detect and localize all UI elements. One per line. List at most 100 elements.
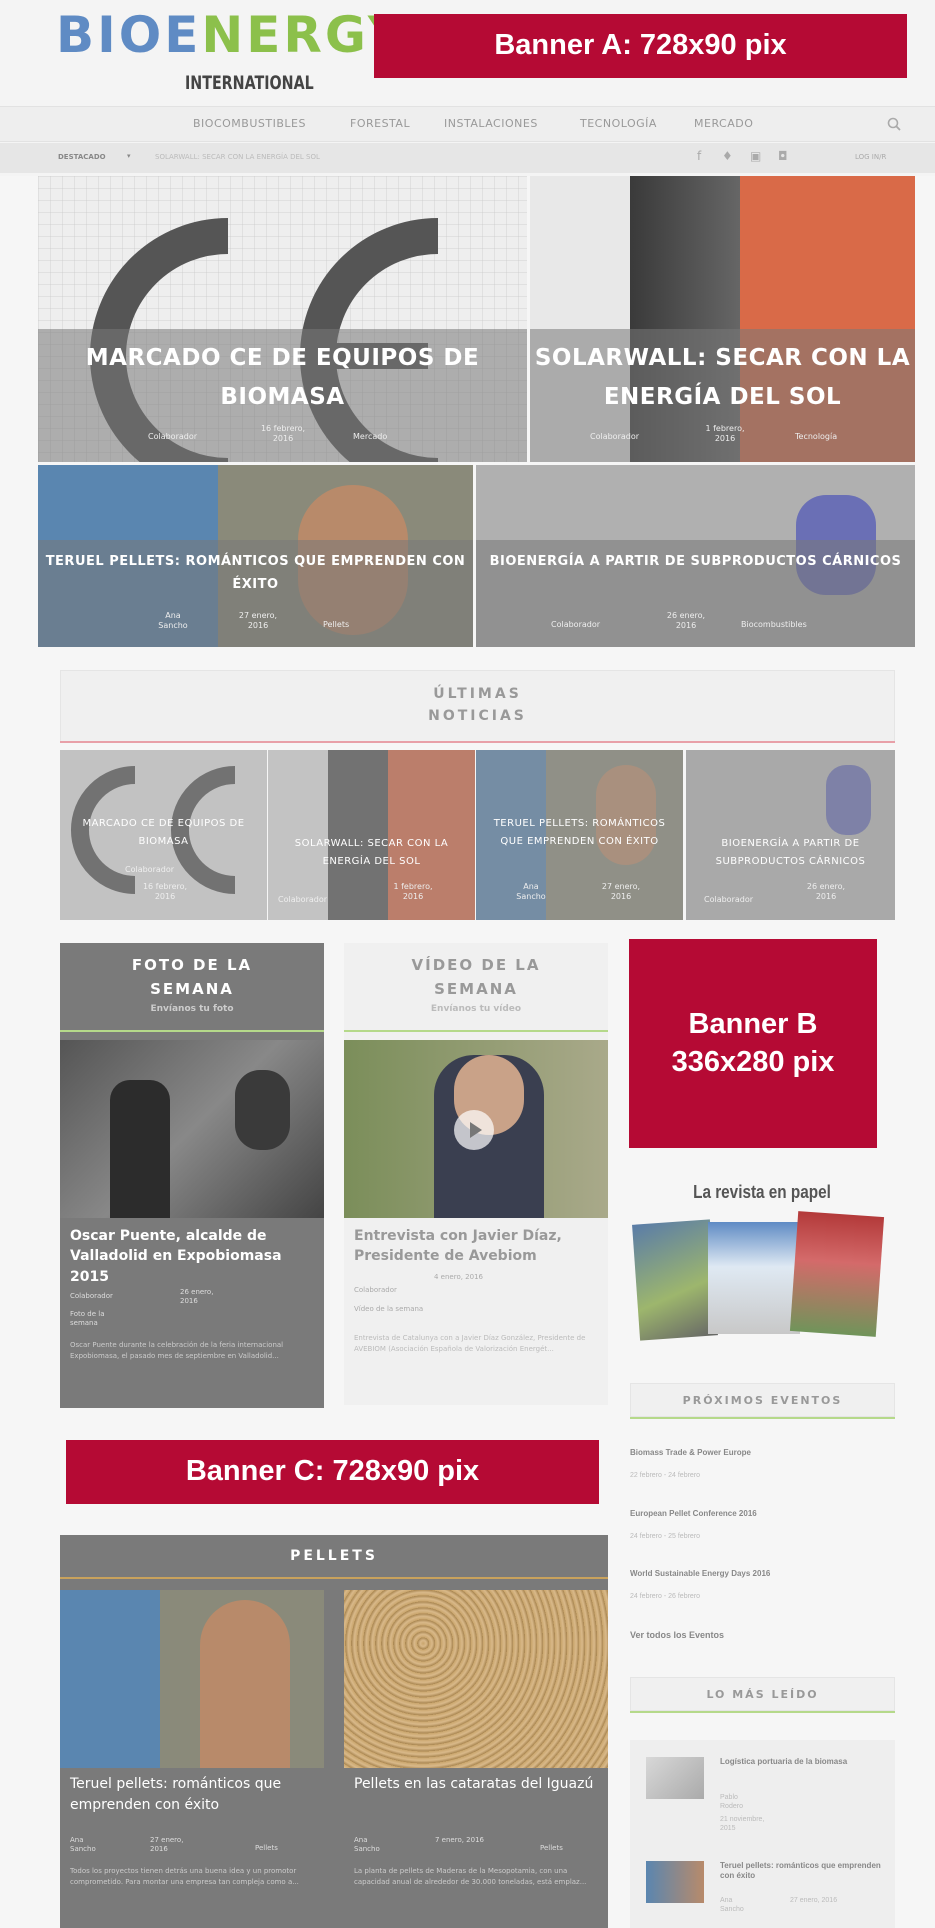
pellets-category[interactable]: Pellets bbox=[540, 1845, 563, 1852]
magazine-cover[interactable] bbox=[789, 1211, 885, 1337]
hero-author: Colaborador bbox=[551, 620, 601, 629]
banner-c[interactable]: Banner C: 728x90 pix bbox=[66, 1440, 599, 1504]
latest-card[interactable]: SOLARWALL: SECAR CON LA ENERGÍA DEL SOL … bbox=[268, 750, 475, 920]
pellets-date: 7 enero, 2016 bbox=[435, 1836, 484, 1844]
hero-tile-bioenergia[interactable]: BIOENERGÍA A PARTIR DE SUBPRODUCTOS CÁRN… bbox=[476, 465, 915, 647]
pellets-image[interactable] bbox=[60, 1590, 324, 1768]
nav-item-biocombustibles[interactable]: BIOCOMBUSTIBLES bbox=[193, 118, 306, 129]
video-thumbnail[interactable] bbox=[344, 1040, 608, 1218]
most-read-thumb[interactable] bbox=[646, 1861, 704, 1903]
login-link[interactable]: LOG IN/R bbox=[855, 154, 886, 161]
play-icon[interactable] bbox=[454, 1110, 494, 1150]
video-author: Colaborador bbox=[354, 1286, 397, 1294]
nav-item-instalaciones[interactable]: INSTALACIONES bbox=[444, 118, 538, 129]
latest-date: 26 enero, 2016 bbox=[806, 882, 846, 902]
pellets-title[interactable]: Teruel pellets: románticos que emprenden… bbox=[70, 1774, 314, 1816]
latest-title[interactable]: BIOENERGÍA A PARTIR DE SUBPRODUCTOS CÁRN… bbox=[686, 835, 895, 871]
pellets-image[interactable] bbox=[344, 1590, 608, 1768]
video-title[interactable]: Entrevista con Javier Díaz, Presidente d… bbox=[354, 1226, 598, 1267]
featured-ticker[interactable]: SOLARWALL: SECAR CON LA ENERGÍA DEL SOL bbox=[155, 154, 320, 161]
video-excerpt: Entrevista de Catalunya con a Javier Día… bbox=[354, 1334, 586, 1353]
magazine-title[interactable]: La revista en papel bbox=[649, 1183, 875, 1201]
hero-author: Colaborador bbox=[148, 432, 198, 441]
latest-title[interactable]: MARCADO CE DE EQUIPOS DE BIOMASA bbox=[60, 815, 267, 851]
banner-b[interactable]: Banner B 336x280 pix bbox=[629, 939, 877, 1148]
magazine-cover[interactable] bbox=[632, 1219, 718, 1341]
most-read-title[interactable]: Logística portuaria de la biomasa bbox=[720, 1757, 885, 1767]
hero-title[interactable]: TERUEL PELLETS: ROMÁNTICOS QUE EMPRENDEN… bbox=[38, 550, 473, 597]
hero-title[interactable]: MARCADO CE DE EQUIPOS DE BIOMASA bbox=[38, 339, 527, 417]
photo-image[interactable] bbox=[60, 1040, 324, 1218]
nav-item-mercado[interactable]: MERCADO bbox=[694, 118, 753, 129]
photo-sub[interactable]: Envíanos tu foto bbox=[60, 1005, 324, 1014]
search-icon[interactable] bbox=[887, 117, 901, 131]
events-heading: PRÓXIMOS EVENTOS bbox=[630, 1383, 895, 1417]
sub-nav bbox=[0, 143, 935, 173]
site-logo[interactable]: BIOENERGY bbox=[56, 10, 407, 60]
most-read-thumb[interactable] bbox=[646, 1757, 704, 1799]
latest-author: Colaborador bbox=[125, 865, 175, 874]
latest-date: 16 febrero, 2016 bbox=[142, 882, 188, 902]
nav-item-tecnologia[interactable]: TECNOLOGÍA bbox=[580, 118, 657, 129]
photo-of-week-widget: FOTO DE LA SEMANA Envíanos tu foto Oscar… bbox=[60, 943, 324, 1408]
latest-title[interactable]: SOLARWALL: SECAR CON LA ENERGÍA DEL SOL bbox=[268, 835, 475, 871]
twitter-icon[interactable]: ♦ bbox=[722, 150, 734, 163]
hero-tile-marcado[interactable]: MARCADO CE DE EQUIPOS DE BIOMASA Colabor… bbox=[38, 176, 527, 462]
hero-category[interactable]: Tecnología bbox=[795, 432, 837, 442]
all-events-link[interactable]: Ver todos los Eventos bbox=[630, 1630, 724, 1642]
latest-heading-line1: ÚLTIMAS bbox=[433, 686, 522, 702]
latest-card[interactable]: TERUEL PELLETS: ROMÁNTICOS QUE EMPRENDEN… bbox=[476, 750, 683, 920]
photo-head: FOTO DE LA SEMANA bbox=[131, 956, 253, 998]
photo-date: 26 enero, 2016 bbox=[180, 1288, 214, 1306]
hero-title[interactable]: BIOENERGÍA A PARTIR DE SUBPRODUCTOS CÁRN… bbox=[476, 550, 915, 573]
most-read-title[interactable]: Teruel pellets: románticos que emprenden… bbox=[720, 1861, 885, 1882]
pellets-author: Ana Sancho bbox=[70, 1836, 96, 1854]
pellets-heading: PELLETS bbox=[290, 1548, 378, 1564]
latest-date: 1 febrero, 2016 bbox=[393, 882, 433, 902]
pellets-date: 27 enero, 2016 bbox=[150, 1836, 184, 1854]
facebook-icon[interactable]: f bbox=[697, 150, 709, 163]
latest-date: 27 enero, 2016 bbox=[601, 882, 641, 902]
latest-author: Colaborador bbox=[704, 895, 754, 904]
hero-tile-solarwall[interactable]: SOLARWALL: SECAR CON LA ENERGÍA DEL SOL … bbox=[530, 176, 915, 462]
event-date: 22 febrero - 24 febrero bbox=[630, 1472, 701, 1479]
divider bbox=[60, 741, 895, 743]
featured-label: DESTACADO bbox=[58, 153, 106, 161]
event-name[interactable]: European Pellet Conference 2016 bbox=[630, 1509, 757, 1519]
event-name[interactable]: World Sustainable Energy Days 2016 bbox=[630, 1569, 770, 1579]
event-name[interactable]: Biomass Trade & Power Europe bbox=[630, 1448, 751, 1458]
latest-card[interactable]: BIOENERGÍA A PARTIR DE SUBPRODUCTOS CÁRN… bbox=[686, 750, 895, 920]
event-date: 24 febrero - 26 febrero bbox=[630, 1593, 701, 1600]
photo-excerpt: Oscar Puente durante la celebración de l… bbox=[70, 1341, 284, 1360]
latest-news-heading: ÚLTIMAS NOTICIAS bbox=[60, 670, 895, 742]
instagram-icon[interactable]: ◘ bbox=[778, 150, 790, 163]
video-category[interactable]: Vídeo de la semana bbox=[354, 1305, 424, 1314]
pellets-excerpt: Todos los proyectos tienen detrás una bu… bbox=[70, 1867, 299, 1887]
pellets-category[interactable]: Pellets bbox=[255, 1845, 278, 1852]
hero-category[interactable]: Biocombustibles bbox=[741, 620, 807, 630]
latest-card[interactable]: MARCADO CE DE EQUIPOS DE BIOMASA Colabor… bbox=[60, 750, 267, 920]
latest-title[interactable]: TERUEL PELLETS: ROMÁNTICOS QUE EMPRENDEN… bbox=[476, 815, 683, 851]
most-read-date: 21 noviembre, 2015 bbox=[720, 1816, 765, 1833]
hero-author: Ana Sancho bbox=[158, 611, 188, 631]
photo-author: Colaborador bbox=[70, 1292, 113, 1300]
site-logo-subtitle: INTERNATIONAL bbox=[185, 72, 314, 94]
youtube-icon[interactable]: ▣ bbox=[750, 150, 762, 163]
pellets-title[interactable]: Pellets en las cataratas del Iguazú bbox=[354, 1774, 598, 1795]
hero-category[interactable]: Pellets bbox=[323, 620, 349, 630]
hero-title[interactable]: SOLARWALL: SECAR CON LA ENERGÍA DEL SOL bbox=[530, 339, 915, 417]
hero-tile-teruel[interactable]: TERUEL PELLETS: ROMÁNTICOS QUE EMPRENDEN… bbox=[38, 465, 473, 647]
video-sub[interactable]: Envíanos tu vídeo bbox=[344, 1005, 608, 1014]
banner-b-line2: 336x280 pix bbox=[671, 1045, 835, 1078]
chevron-down-icon[interactable]: ▾ bbox=[127, 153, 131, 160]
magazine-cover[interactable] bbox=[708, 1222, 800, 1334]
hero-category[interactable]: Mercado bbox=[353, 432, 387, 442]
nav-item-forestal[interactable]: FORESTAL bbox=[350, 118, 410, 129]
latest-author: Colaborador bbox=[278, 895, 328, 904]
photo-category[interactable]: Foto de la semana bbox=[70, 1310, 130, 1328]
photo-title[interactable]: Oscar Puente, alcalde de Valladolid en E… bbox=[70, 1226, 314, 1287]
most-read-date: 27 enero, 2016 bbox=[790, 1897, 838, 1904]
hero-author: Colaborador bbox=[590, 432, 640, 441]
video-date: 4 enero, 2016 bbox=[434, 1273, 483, 1281]
banner-a[interactable]: Banner A: 728x90 pix bbox=[374, 14, 907, 78]
